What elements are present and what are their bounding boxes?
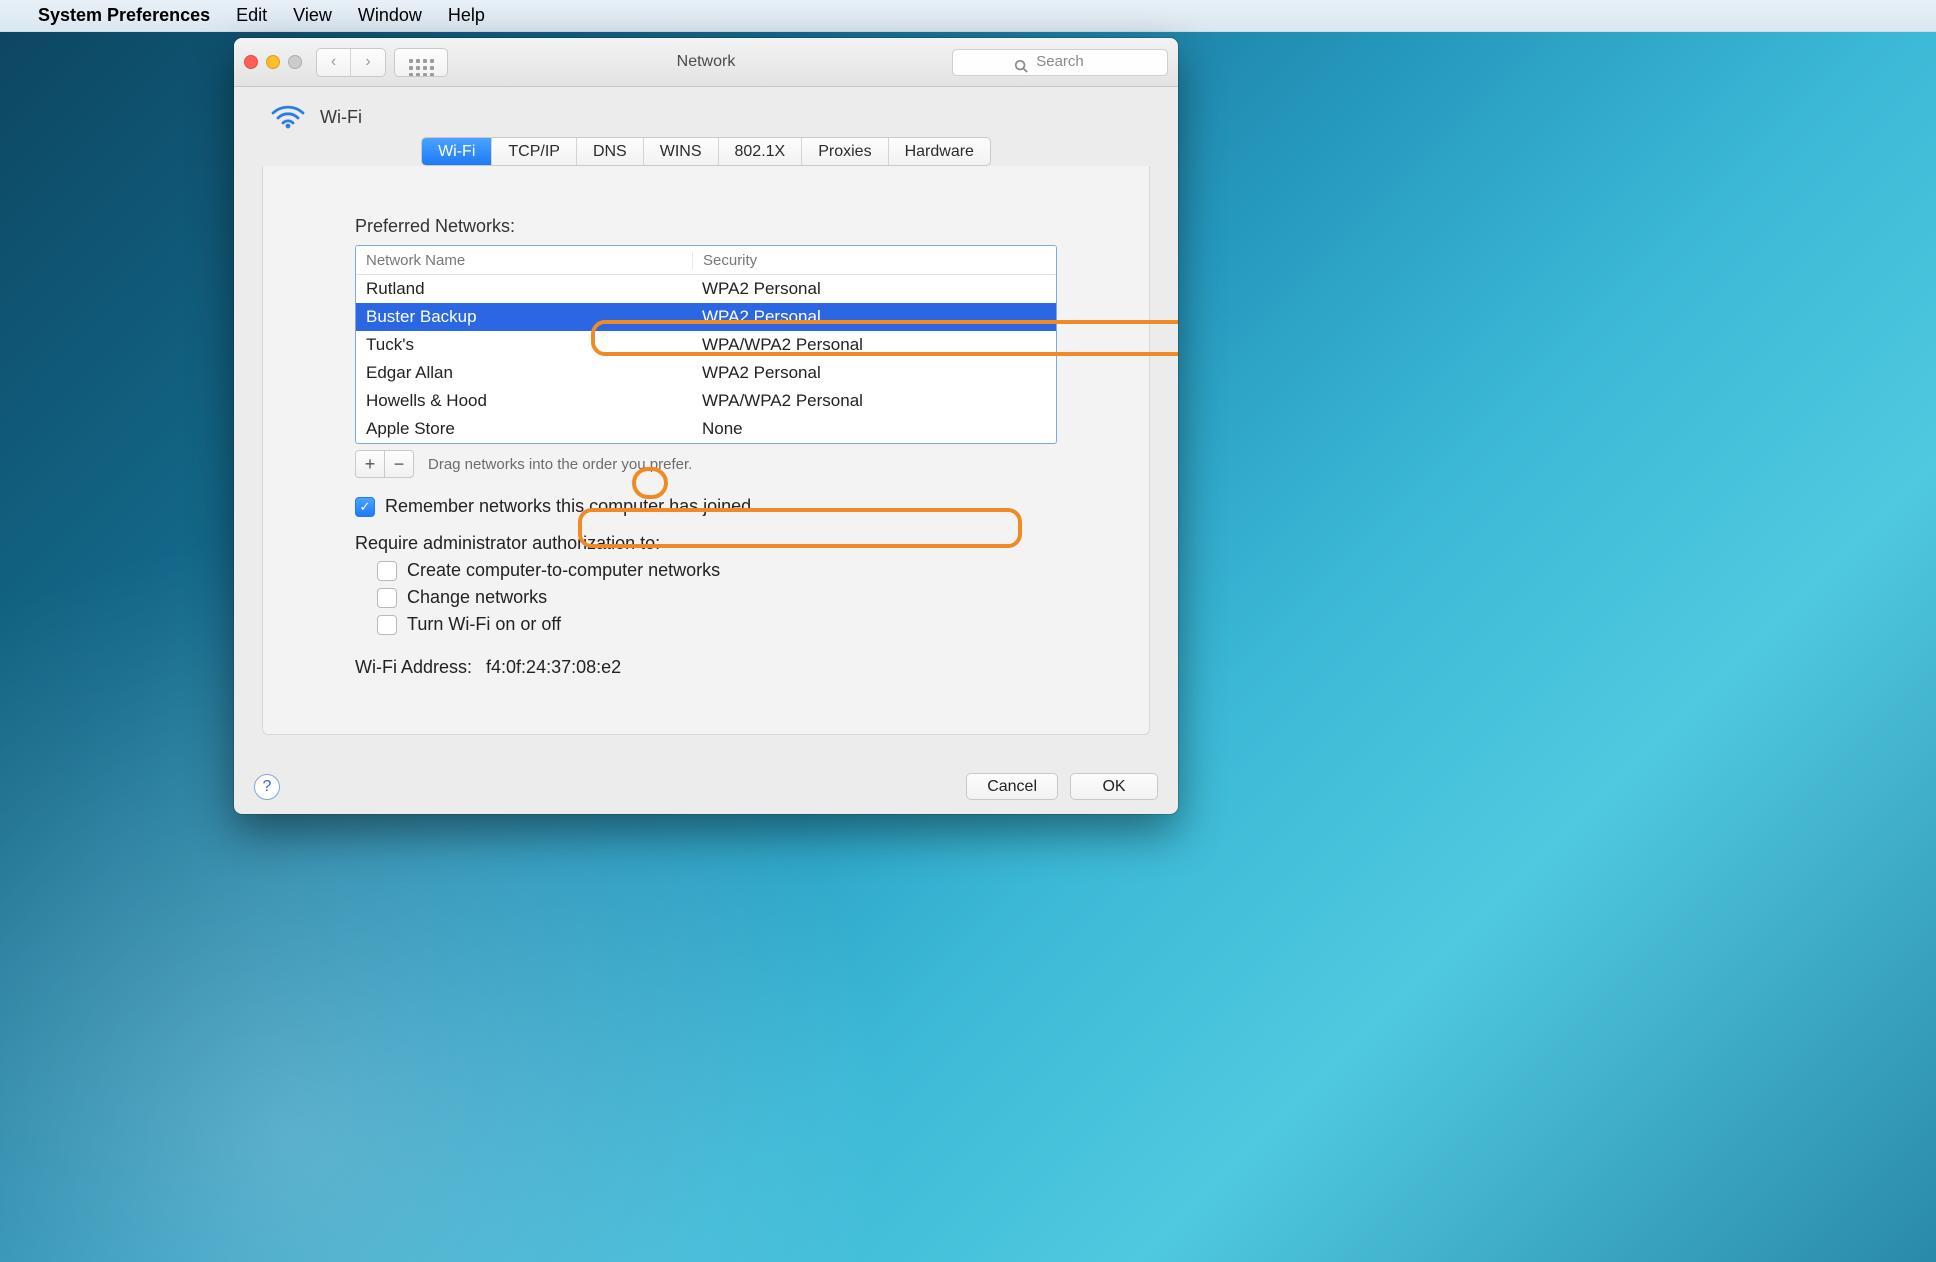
search-field[interactable]: Search <box>952 49 1168 76</box>
wifi-address-label: Wi-Fi Address: <box>355 657 472 678</box>
table-row[interactable]: Tuck'sWPA/WPA2 Personal <box>356 331 1056 359</box>
require-option-label: Change networks <box>407 587 547 608</box>
remember-networks-label: Remember networks this computer has join… <box>385 496 751 517</box>
ok-button[interactable]: OK <box>1070 773 1158 800</box>
network-security: WPA/WPA2 Personal <box>692 335 1056 355</box>
table-row[interactable]: Apple StoreNone <box>356 415 1056 443</box>
require-option-label: Turn Wi-Fi on or off <box>407 614 561 635</box>
require-option-checkbox[interactable]: Turn Wi-Fi on or off <box>377 614 1057 635</box>
mac-menubar: System Preferences Edit View Window Help <box>0 0 1936 32</box>
drag-hint: Drag networks into the order you prefer. <box>428 456 692 473</box>
remove-network-button[interactable]: − <box>385 450 414 478</box>
menu-view[interactable]: View <box>293 5 332 26</box>
menu-edit[interactable]: Edit <box>236 5 267 26</box>
network-security: WPA2 Personal <box>692 307 1056 327</box>
close-window-button[interactable] <box>244 55 258 69</box>
table-row[interactable]: Howells & HoodWPA/WPA2 Personal <box>356 387 1056 415</box>
require-option-label: Create computer-to-computer networks <box>407 560 720 581</box>
minimize-window-button[interactable] <box>266 55 280 69</box>
tab-tcpip[interactable]: TCP/IP <box>492 138 577 165</box>
network-security: None <box>692 419 1056 439</box>
show-all-button[interactable] <box>394 48 448 77</box>
tab-wifi[interactable]: Wi-Fi <box>422 138 492 165</box>
column-security[interactable]: Security <box>693 252 1056 269</box>
table-row[interactable]: Edgar AllanWPA2 Personal <box>356 359 1056 387</box>
menu-help[interactable]: Help <box>448 5 485 26</box>
network-name: Edgar Allan <box>356 363 692 383</box>
window-footer: ? Cancel OK <box>254 773 1158 800</box>
app-name[interactable]: System Preferences <box>38 5 210 26</box>
pane-title: Wi-Fi <box>320 107 362 128</box>
network-security: WPA2 Personal <box>692 363 1056 383</box>
remember-networks-checkbox[interactable]: ✓ Remember networks this computer has jo… <box>355 496 1057 517</box>
wifi-icon <box>270 101 306 133</box>
table-header: Network Name Security <box>356 246 1056 275</box>
checkbox-icon <box>377 561 397 581</box>
tab-bar: Wi-Fi TCP/IP DNS WINS 802.1X Proxies Har… <box>421 137 991 166</box>
tab-8021x[interactable]: 802.1X <box>719 138 803 165</box>
checkbox-icon: ✓ <box>355 497 375 517</box>
window-content: Wi-Fi Wi-Fi TCP/IP DNS WINS 802.1X Proxi… <box>234 87 1178 755</box>
tab-dns[interactable]: DNS <box>577 138 644 165</box>
network-name: Howells & Hood <box>356 391 692 411</box>
preferred-networks-label: Preferred Networks: <box>355 216 1057 237</box>
checkbox-icon <box>377 588 397 608</box>
network-security: WPA2 Personal <box>692 279 1056 299</box>
require-option-checkbox[interactable]: Create computer-to-computer networks <box>377 560 1057 581</box>
tab-hardware[interactable]: Hardware <box>889 138 990 165</box>
window-toolbar: ‹ › Network Search <box>234 38 1178 87</box>
add-network-button[interactable]: + <box>355 450 385 478</box>
network-name: Apple Store <box>356 419 692 439</box>
network-name: Buster Backup <box>356 307 692 327</box>
menu-window[interactable]: Window <box>358 5 422 26</box>
tab-proxies[interactable]: Proxies <box>802 138 888 165</box>
table-row[interactable]: Buster BackupWPA2 Personal <box>356 303 1056 331</box>
network-name: Tuck's <box>356 335 692 355</box>
network-security: WPA/WPA2 Personal <box>692 391 1056 411</box>
back-button[interactable]: ‹ <box>317 49 351 76</box>
help-button[interactable]: ? <box>254 774 280 800</box>
cancel-button[interactable]: Cancel <box>966 773 1058 800</box>
table-row[interactable]: RutlandWPA2 Personal <box>356 275 1056 303</box>
require-option-checkbox[interactable]: Change networks <box>377 587 1057 608</box>
wifi-panel: Preferred Networks: Network Name Securit… <box>262 166 1150 735</box>
column-network-name[interactable]: Network Name <box>356 252 693 269</box>
checkbox-icon <box>377 615 397 635</box>
forward-button[interactable]: › <box>351 49 385 76</box>
wifi-address-value: f4:0f:24:37:08:e2 <box>486 657 621 678</box>
traffic-lights <box>244 55 302 69</box>
tab-wins[interactable]: WINS <box>644 138 719 165</box>
network-name: Rutland <box>356 279 692 299</box>
zoom-window-button[interactable] <box>288 55 302 69</box>
network-window: ‹ › Network Search Wi-Fi Wi-Fi <box>234 38 1178 814</box>
preferred-networks-table[interactable]: Network Name Security RutlandWPA2 Person… <box>355 245 1057 444</box>
nav-back-forward: ‹ › <box>316 48 386 77</box>
require-auth-label: Require administrator authorization to: <box>355 533 1057 554</box>
